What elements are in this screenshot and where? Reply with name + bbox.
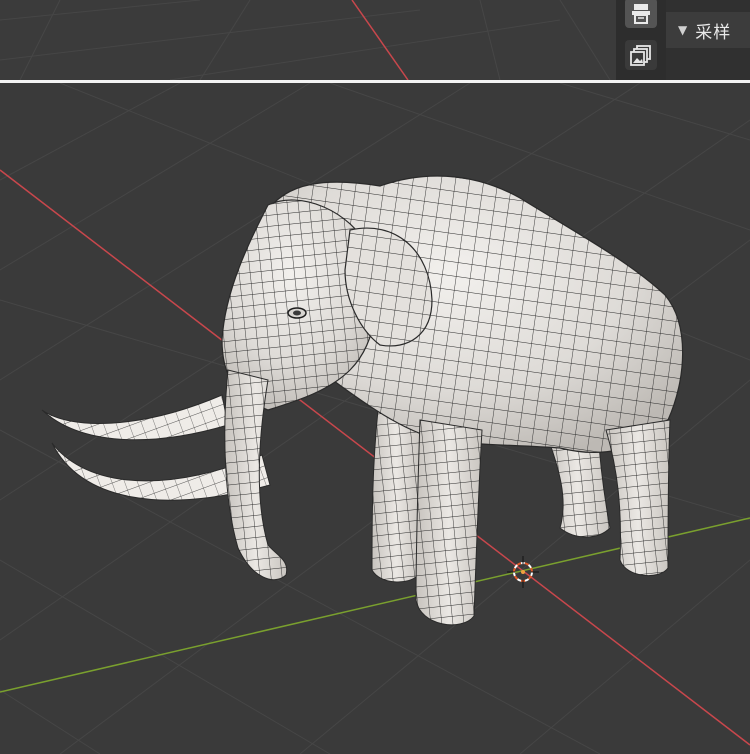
sampling-panel-title: 采样 <box>695 22 732 43</box>
sampling-panel-header[interactable]: ▼ 采样 <box>666 12 750 48</box>
origin-dot <box>521 570 525 574</box>
properties-tab-column <box>616 0 666 80</box>
tab-view-layer[interactable] <box>625 40 657 70</box>
main-3d-viewport[interactable] <box>0 83 750 754</box>
viewport-scene <box>0 83 750 754</box>
view-layer-icon <box>630 45 651 66</box>
blender-editor: ▼ 采样 <box>0 0 750 754</box>
disclosure-triangle-icon[interactable]: ▼ <box>678 23 687 37</box>
tab-output[interactable] <box>625 0 657 28</box>
output-printer-icon <box>632 4 650 24</box>
elephant-back-leg <box>605 419 671 577</box>
elephant-front-leg <box>415 419 483 626</box>
